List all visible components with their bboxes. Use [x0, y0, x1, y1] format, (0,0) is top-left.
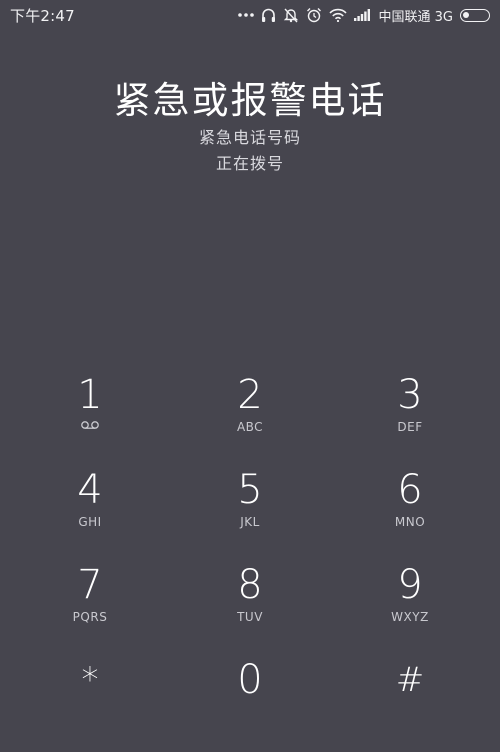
key-digit: 8: [237, 562, 263, 608]
carrier-label: 中国联通 3G: [378, 9, 453, 25]
dial-keypad: 1 2 ABC 3 DEF 4 GHI 5 JKL 6 MNO 7 PQRS 8…: [10, 372, 490, 752]
battery-icon: [460, 8, 490, 22]
key-8[interactable]: 8 TUV: [170, 562, 330, 657]
key-digit: 2: [237, 372, 263, 418]
key-digit: 9: [397, 562, 423, 608]
key-digit: *: [81, 660, 99, 700]
key-letters: DEF: [397, 420, 423, 434]
call-subtitle: 紧急电话号码: [198, 128, 301, 147]
key-digit: 3: [397, 372, 423, 418]
key-star[interactable]: *: [10, 657, 170, 752]
call-title: 紧急或报警电话: [113, 79, 387, 122]
key-4[interactable]: 4 GHI: [10, 467, 170, 562]
key-0[interactable]: 0: [170, 657, 330, 752]
status-icons: 中国联通 3G: [237, 6, 490, 25]
key-6[interactable]: 6 MNO: [330, 467, 490, 562]
key-digit: 5: [237, 467, 263, 513]
status-bar: 下午2:47 中国联通 3G: [0, 0, 500, 30]
key-letters: GHI: [78, 515, 102, 529]
key-letters: TUV: [237, 610, 263, 624]
key-9[interactable]: 9 WXYZ: [330, 562, 490, 657]
key-letters: WXYZ: [391, 610, 429, 624]
mute-icon: [283, 7, 299, 23]
call-status: 正在拨号: [215, 154, 284, 173]
signal-icon: [353, 9, 370, 21]
key-hash[interactable]: #: [330, 657, 490, 752]
key-digit: #: [395, 660, 425, 700]
key-digit: 7: [77, 562, 103, 608]
key-letters: MNO: [394, 515, 426, 529]
alarm-icon: [306, 7, 322, 23]
key-digit: 0: [237, 657, 263, 703]
key-7[interactable]: 7 PQRS: [10, 562, 170, 657]
wifi-icon: [328, 8, 347, 22]
key-digit: 6: [397, 467, 423, 513]
key-letters: PQRS: [72, 610, 108, 624]
key-letters: ABC: [236, 420, 264, 434]
key-digit: 4: [77, 467, 103, 513]
voicemail-icon: [80, 420, 100, 434]
headphones-icon: [261, 8, 276, 23]
key-3[interactable]: 3 DEF: [330, 372, 490, 467]
key-1[interactable]: 1: [10, 372, 170, 467]
key-5[interactable]: 5 JKL: [170, 467, 330, 562]
key-2[interactable]: 2 ABC: [170, 372, 330, 467]
status-time: 下午2:47: [10, 6, 75, 25]
more-dots-icon: [237, 12, 254, 18]
key-digit: 1: [77, 372, 103, 418]
key-letters: JKL: [240, 515, 260, 529]
